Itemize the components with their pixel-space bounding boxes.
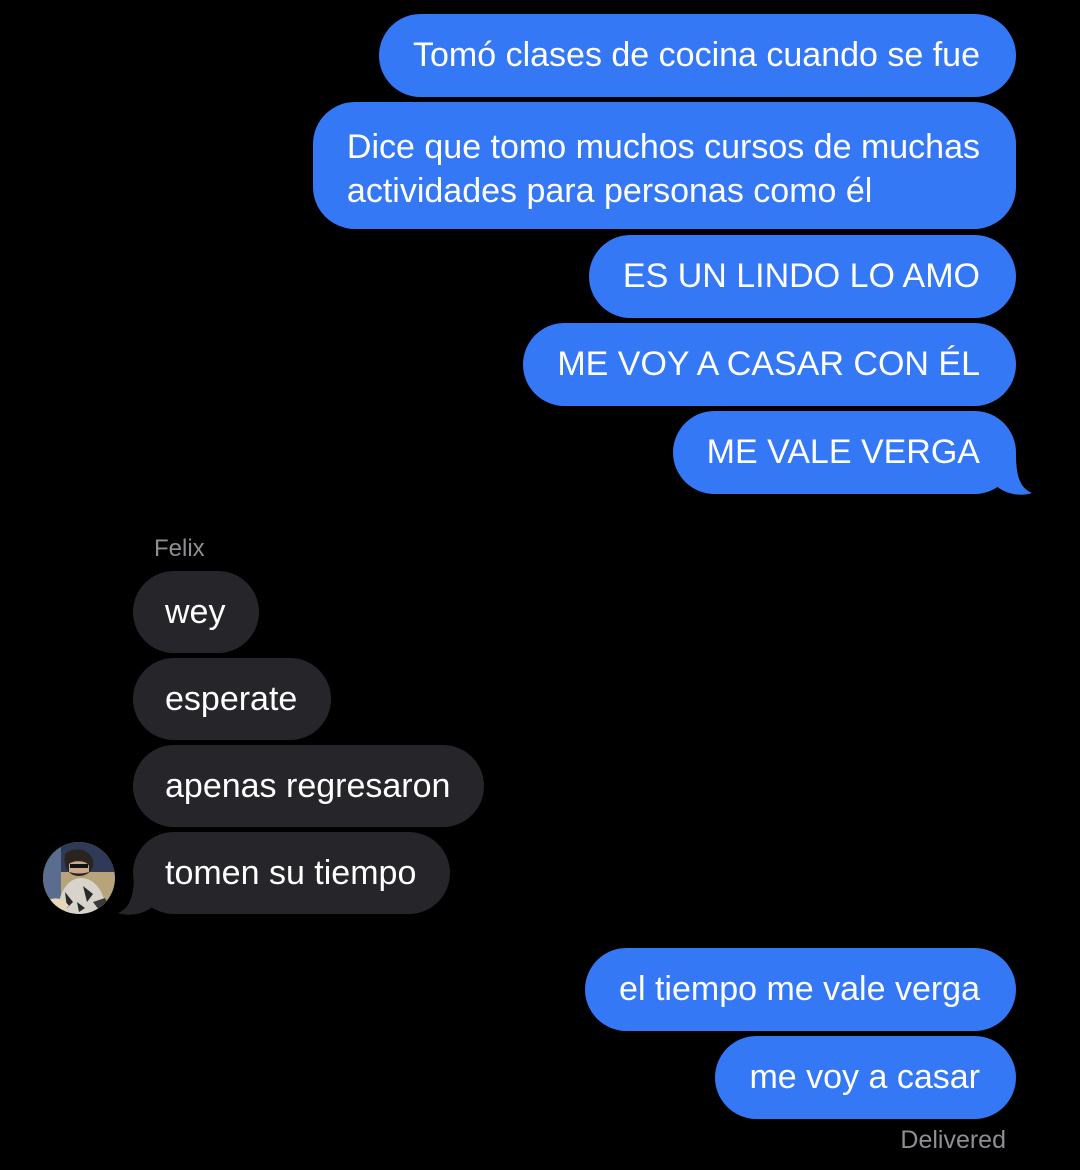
avatar-photo-icon (43, 842, 115, 914)
incoming-bubble-tail (118, 870, 160, 915)
outgoing-message-bubble[interactable]: Dice que tomo muchos cursos de muchas ac… (312, 102, 1016, 229)
incoming-message-bubble[interactable]: esperate (133, 658, 332, 740)
outgoing-message-bubble[interactable]: ME VOY A CASAR CON ÉL (523, 323, 1016, 406)
sender-name: Felix (154, 535, 205, 562)
outgoing-message-bubble[interactable]: Tomó clases de cocina cuando se fue (378, 14, 1016, 97)
incoming-message-bubble[interactable]: tomen su tiempo (133, 832, 451, 914)
outgoing-message-bubble[interactable]: el tiempo me vale verga (585, 948, 1016, 1031)
avatar[interactable] (43, 842, 115, 914)
outgoing-message-bubble[interactable]: me voy a casar (715, 1036, 1016, 1119)
outgoing-message-bubble[interactable]: ES UN LINDO LO AMO (588, 235, 1016, 318)
outgoing-message-bubble[interactable]: ME VALE VERGA (672, 411, 1016, 494)
incoming-message-bubble[interactable]: wey (133, 571, 260, 653)
incoming-message-bubble[interactable]: apenas regresaron (133, 745, 485, 827)
outgoing-bubble-tail (990, 450, 1032, 495)
delivery-status: Delivered (900, 1126, 1006, 1154)
